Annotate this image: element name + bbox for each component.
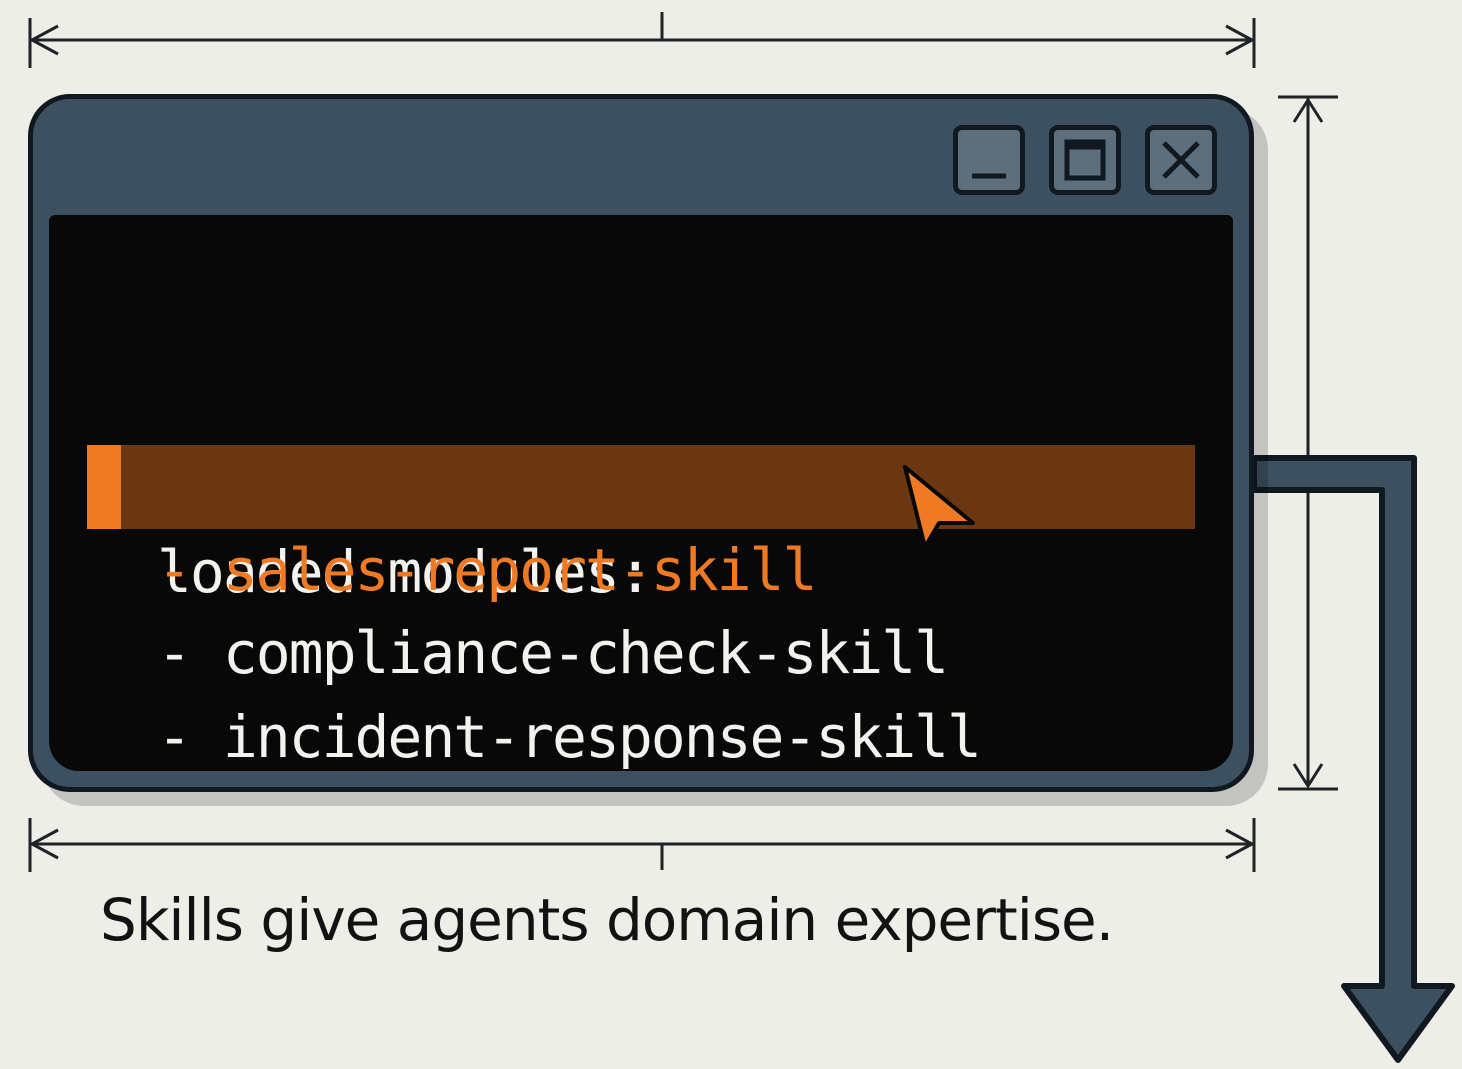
terminal-window: > loaded modules: - sales-report-skill -…: [28, 94, 1254, 792]
module-label: - incident-response-skill: [157, 703, 982, 771]
module-item-incident-response[interactable]: - incident-response-skill: [49, 611, 1233, 771]
maximize-button[interactable]: [1049, 125, 1121, 195]
mouse-cursor-icon: [903, 465, 975, 549]
minimize-icon: [972, 173, 1006, 179]
module-item-compliance-check[interactable]: - compliance-check-skill: [49, 527, 1233, 687]
terminal-output: > loaded modules: - sales-report-skill -…: [49, 215, 1233, 771]
minimize-button[interactable]: [953, 125, 1025, 195]
down-arrow-icon: [1251, 455, 1455, 1063]
prompt-line: > loaded modules:: [49, 362, 1233, 606]
module-item-sales-report[interactable]: - sales-report-skill: [49, 444, 1233, 604]
close-icon: [1162, 141, 1200, 179]
close-button[interactable]: [1145, 125, 1217, 195]
maximize-icon: [1064, 139, 1106, 181]
caption: Skills give agents domain expertise.: [100, 886, 1114, 954]
